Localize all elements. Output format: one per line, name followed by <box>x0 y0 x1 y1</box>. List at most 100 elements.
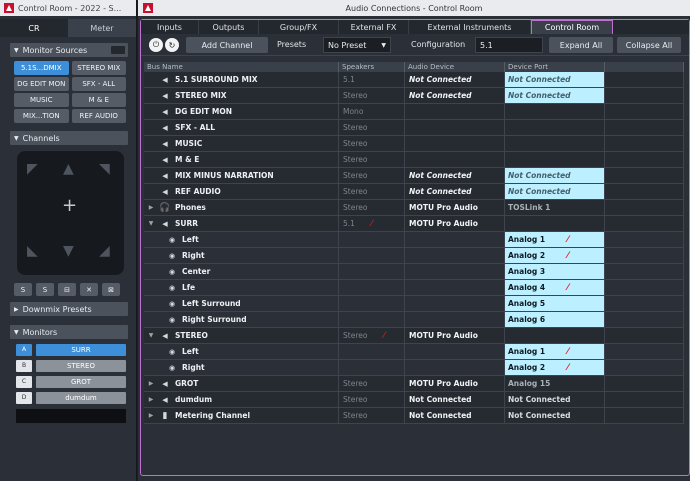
speakers-cell[interactable] <box>339 312 405 327</box>
device-port-cell[interactable]: Analog 1 ⁄ <box>505 232 605 247</box>
bus-name-cell[interactable]: ◀ 5.1 SURROUND MIX <box>144 72 339 87</box>
monitor-sources-header[interactable]: ▼ Monitor Sources <box>10 43 128 57</box>
panner-pad[interactable]: ◤ ▲ ◥ ◣ ▼ ◢ + <box>17 151 124 275</box>
device-port-cell[interactable]: Analog 3 <box>505 264 605 279</box>
audio-device-cell[interactable] <box>405 296 505 311</box>
channels-header[interactable]: ▼ Channels <box>10 131 128 145</box>
audio-device-cell[interactable] <box>405 104 505 119</box>
col-audio-device[interactable]: Audio Device <box>405 62 505 72</box>
speakers-cell[interactable]: Stereo <box>339 376 405 391</box>
device-port-cell[interactable]: Not Connected <box>505 88 605 103</box>
bus-name-cell[interactable]: ◉ Right <box>144 360 339 375</box>
speakers-cell[interactable] <box>339 232 405 247</box>
table-row[interactable]: ▶ 🎧 Phones Stereo MOTU Pro Audio TOSLink 1 <box>144 200 684 216</box>
device-port-cell[interactable]: Not Connected <box>505 184 605 199</box>
tab-cr[interactable]: CR <box>0 19 68 37</box>
device-port-cell[interactable] <box>505 152 605 167</box>
device-port-cell[interactable]: Analog 6 <box>505 312 605 327</box>
channel-tool-button[interactable]: S <box>36 283 54 296</box>
tab-group-fx[interactable]: Group/FX <box>259 20 339 34</box>
bus-name-cell[interactable]: ▼ ◀ STEREO <box>144 328 339 343</box>
speakers-cell[interactable]: 5.1 ⁄ <box>339 216 405 231</box>
channel-tool-button[interactable]: S <box>14 283 32 296</box>
bus-name-cell[interactable]: ◉ Left <box>144 232 339 247</box>
table-row[interactable]: ▶ ◀ dumdum Stereo Not Connected Not Connected <box>144 392 684 408</box>
monitor-name-button[interactable]: GROT <box>36 375 126 388</box>
audio-device-cell[interactable] <box>405 120 505 135</box>
monitor-name-button[interactable]: SURR <box>36 343 126 356</box>
bus-name-cell[interactable]: ▼ ◀ SURR <box>144 216 339 231</box>
audio-device-cell[interactable]: MOTU Pro Audio <box>405 328 505 343</box>
bus-name-cell[interactable]: ◀ DG EDIT MON <box>144 104 339 119</box>
device-port-cell[interactable] <box>505 136 605 151</box>
device-port-cell[interactable]: Not Connected <box>505 168 605 183</box>
bus-name-cell[interactable]: ◀ MIX MINUS NARRATION <box>144 168 339 183</box>
device-port-cell[interactable] <box>505 328 605 343</box>
table-row[interactable]: ◀ SFX - ALL Stereo <box>144 120 684 136</box>
speakers-cell[interactable]: Stereo <box>339 120 405 135</box>
table-row[interactable]: ▶ ◀ GROT Stereo MOTU Pro Audio Analog 15 <box>144 376 684 392</box>
speakers-cell[interactable]: Stereo ⁄ <box>339 328 405 343</box>
table-row[interactable]: ◀ MUSIC Stereo <box>144 136 684 152</box>
device-port-cell[interactable]: Analog 4 ⁄ <box>505 280 605 295</box>
speakers-cell[interactable]: Stereo <box>339 136 405 151</box>
monitor-sources-toggle[interactable] <box>111 46 125 54</box>
device-port-cell[interactable]: Analog 2 ⁄ <box>505 248 605 263</box>
tab-outputs[interactable]: Outputs <box>199 20 259 34</box>
audio-device-cell[interactable]: Not Connected <box>405 88 505 103</box>
device-port-cell[interactable]: TOSLink 1 <box>505 200 605 215</box>
audio-device-cell[interactable]: MOTU Pro Audio <box>405 376 505 391</box>
expand-triangle-icon[interactable]: ▶ <box>146 380 156 387</box>
expand-triangle-icon[interactable]: ▶ <box>146 412 156 419</box>
bus-name-cell[interactable]: ▶ ◀ GROT <box>144 376 339 391</box>
table-row[interactable]: ▼ ◀ STEREO Stereo ⁄ MOTU Pro Audio <box>144 328 684 344</box>
table-row[interactable]: ▼ ◀ SURR 5.1 ⁄ MOTU Pro Audio <box>144 216 684 232</box>
device-port-cell[interactable] <box>505 104 605 119</box>
audio-device-cell[interactable]: Not Connected <box>405 184 505 199</box>
bus-name-cell[interactable]: ◉ Left <box>144 344 339 359</box>
channel-tool-button[interactable]: ⊠ <box>102 283 120 296</box>
speakers-cell[interactable]: Stereo <box>339 152 405 167</box>
device-port-cell[interactable]: Not Connected <box>505 72 605 87</box>
table-row[interactable]: ◀ REF AUDIO Stereo Not Connected Not Connect… <box>144 184 684 200</box>
power-icon[interactable]: ⏻ <box>149 38 163 52</box>
tab-inputs[interactable]: Inputs <box>141 20 199 34</box>
monitor-letter[interactable]: A <box>16 343 32 356</box>
audio-device-cell[interactable] <box>405 312 505 327</box>
device-port-cell[interactable]: Not Connected <box>505 392 605 407</box>
bus-name-cell[interactable]: ◀ STEREO MIX <box>144 88 339 103</box>
device-port-cell[interactable]: Not Connected <box>505 408 605 423</box>
tab-control-room[interactable]: Control Room <box>531 20 613 34</box>
bus-name-cell[interactable]: ◀ SFX - ALL <box>144 120 339 135</box>
monitor-source-button[interactable]: DG EDIT MON <box>14 77 69 91</box>
preset-select[interactable]: No Preset ▼ <box>323 37 391 53</box>
table-row[interactable]: ◉ Center Analog 3 <box>144 264 684 280</box>
expand-all-button[interactable]: Expand All <box>549 37 613 53</box>
speakers-cell[interactable] <box>339 280 405 295</box>
col-speakers[interactable]: Speakers <box>339 62 405 72</box>
expand-triangle-icon[interactable]: ▶ <box>146 396 156 403</box>
add-channel-button[interactable]: Add Channel <box>186 37 268 53</box>
device-port-cell[interactable]: Analog 5 <box>505 296 605 311</box>
col-device-port[interactable]: Device Port <box>505 62 605 72</box>
table-row[interactable]: ◀ M & E Stereo <box>144 152 684 168</box>
bus-name-cell[interactable]: ◉ Lfe <box>144 280 339 295</box>
speakers-cell[interactable]: Stereo <box>339 184 405 199</box>
speakers-cell[interactable] <box>339 344 405 359</box>
speakers-cell[interactable] <box>339 296 405 311</box>
monitor-row[interactable]: B STEREO <box>16 359 126 372</box>
table-row[interactable]: ◀ 5.1 SURROUND MIX 5.1 Not Connected Not Con… <box>144 72 684 88</box>
audio-device-cell[interactable] <box>405 136 505 151</box>
bus-name-cell[interactable]: ◀ MUSIC <box>144 136 339 151</box>
audio-device-cell[interactable]: Not Connected <box>405 72 505 87</box>
collapse-triangle-icon[interactable]: ▼ <box>146 332 156 339</box>
monitor-source-button[interactable]: SFX - ALL <box>71 77 126 91</box>
col-bus-name[interactable]: Bus Name <box>144 62 339 72</box>
device-port-cell[interactable] <box>505 120 605 135</box>
refresh-icon[interactable]: ↻ <box>165 38 179 52</box>
table-row[interactable]: ◉ Left Analog 1 ⁄ <box>144 232 684 248</box>
monitor-row[interactable]: A SURR <box>16 343 126 356</box>
downmix-presets-header[interactable]: ▶ Downmix Presets <box>10 302 128 316</box>
bus-name-cell[interactable]: ◀ REF AUDIO <box>144 184 339 199</box>
audio-device-cell[interactable] <box>405 344 505 359</box>
